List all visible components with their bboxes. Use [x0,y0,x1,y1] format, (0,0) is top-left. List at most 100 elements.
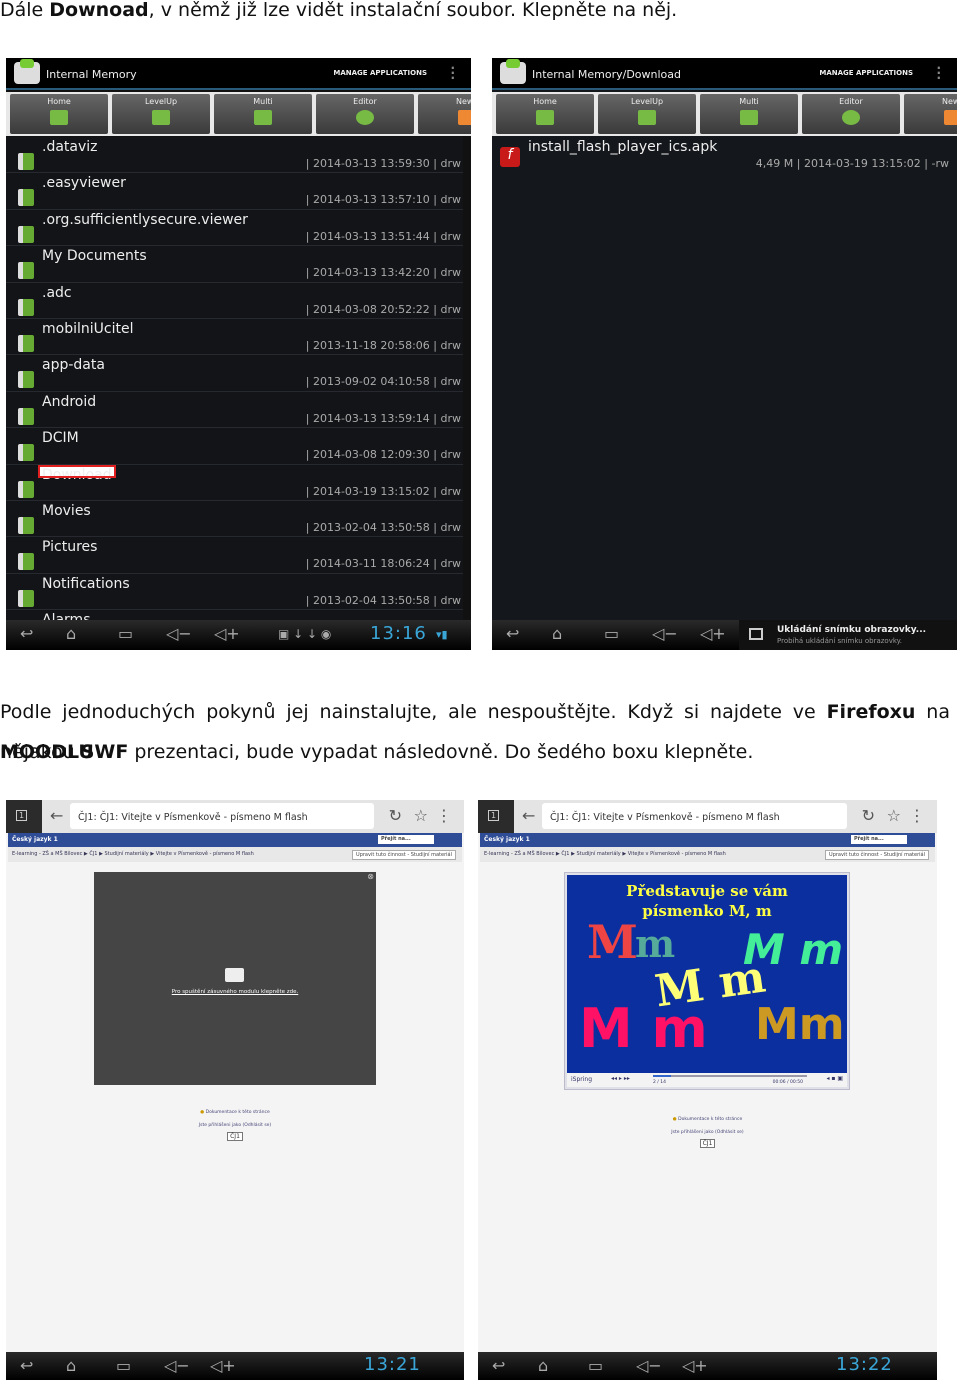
levelup-button[interactable]: LevelUp [598,94,696,134]
list-item[interactable]: Android | 2014-03-13 13:59:14 | drw [6,391,463,429]
recents-icon[interactable]: ▭ [118,624,133,643]
tab-switcher[interactable]: 1 [478,800,514,833]
system-nav-bar: ↩ ⌂ ▭ ◁− ◁+ 13:21 [6,1352,464,1380]
back-arrow-icon[interactable]: ← [522,806,535,825]
volume-up-icon[interactable]: ◁+ [700,624,726,643]
star-icon[interactable]: ☆ [414,806,428,825]
manage-applications-button[interactable]: MANAGE APPLICATIONS [819,69,913,77]
reload-icon[interactable]: ↻ [389,806,402,825]
newfolder-button[interactable]: NewF [904,94,957,134]
course-link[interactable]: ČJ1 [699,1139,716,1148]
volume-down-icon[interactable]: ◁− [636,1356,662,1375]
volume-down-icon[interactable]: ◁− [652,624,678,643]
doc-link[interactable]: ● Dokumentace k této stránce [6,1110,464,1115]
menu-icon[interactable]: ⋮ [436,806,452,825]
volume-down-icon[interactable]: ◁− [164,1356,190,1375]
plugin-activate-link[interactable]: Pro spuštění zásuvného modulu klepněte z… [94,989,376,995]
title: Internal Memory [46,68,137,81]
volume-fullscreen-icons[interactable]: ◂ ▪ ▣ [826,1075,843,1082]
list-item[interactable]: .easyviewer | 2014-03-13 13:57:10 | drw [6,173,463,210]
multi-button[interactable]: Multi [700,94,798,134]
list-item[interactable]: .adc | 2014-03-08 20:52:22 | drw [6,282,463,319]
list-item[interactable]: My Documents | 2014-03-13 13:42:20 | drw [6,246,463,283]
volume-up-icon[interactable]: ◁+ [210,1356,236,1375]
screenshot-notification: Ukládání snímku obrazovky... Probíhá uklá… [739,620,957,650]
home-button[interactable]: Home [10,94,108,134]
back-icon[interactable]: ↩ [20,1356,33,1375]
list-item[interactable]: f install_flash_player_ics.apk 4,49 M | … [492,137,949,174]
toolbar: Home LevelUp Multi Editor NewF [6,92,471,136]
levelup-button[interactable]: LevelUp [112,94,210,134]
newfolder-button[interactable]: NewF [418,94,471,134]
edit-activity-button[interactable]: Upravit tuto činnost - Studijní materiál [352,850,456,860]
folder-icon [18,334,34,352]
manage-applications-button[interactable]: MANAGE APPLICATIONS [333,69,427,77]
star-icon[interactable]: ☆ [887,806,901,825]
editor-button[interactable]: Editor [316,94,414,134]
jump-select[interactable]: Přejít na... [378,835,434,844]
back-arrow-icon[interactable]: ← [50,806,63,825]
volume-up-icon[interactable]: ◁+ [682,1356,708,1375]
list-item[interactable]: Download | 2014-03-19 13:15:02 | drw [6,464,463,501]
menu-icon[interactable]: ⋮ [909,806,925,825]
reload-icon[interactable]: ↻ [862,806,875,825]
folder-meta: | 2014-03-08 12:09:30 | drw [305,448,461,462]
list-item[interactable]: Notifications | 2013-02-04 13:50:58 | drw [6,573,463,611]
recents-icon[interactable]: ▭ [604,624,619,643]
breadcrumb: E-learning - ZŠ a MŠ Bílovec ▶ ČJ1 ▶ Stu… [8,847,462,862]
prev-play-next-buttons[interactable]: ◂◂ ▸ ▸▸ [611,1075,630,1082]
login-info: Jste přihlášeni jako (Odhlásit se) [671,1130,744,1135]
list-item[interactable]: .org.sufficientlysecure.viewer | 2014-03-… [6,209,463,247]
address-bar[interactable]: ČJ1: ČJ1: Vitejte v Písmenkově - písmeno… [70,803,374,829]
recents-icon[interactable]: ▭ [588,1356,603,1375]
list-item[interactable]: Movies | 2013-02-04 13:50:58 | drw [6,500,463,538]
list-item[interactable]: Pictures | 2014-03-11 18:06:24 | drw [6,537,463,574]
folder-name: app-data [42,357,105,374]
flash-plugin-box[interactable]: Pro spuštění zásuvného modulu klepněte z… [94,872,376,1085]
jump-select[interactable]: Přejít na... [851,835,907,844]
address-bar[interactable]: ČJ1: ČJ1: Vitejte v Písmenkově - písmeno… [542,803,847,829]
system-nav-bar: ↩ ⌂ ▭ ◁− ◁+ ▣ ↓ ↓ ◉ 13:16 ▾▮ [6,620,471,650]
multi-button[interactable]: Multi [214,94,312,134]
folder-meta: | 2014-03-11 18:06:24 | drw [305,557,461,571]
recents-icon[interactable]: ▭ [116,1356,131,1375]
volume-up-icon[interactable]: ◁+ [214,624,240,643]
flash-file-icon: f [500,147,520,167]
slide: Představuje se vám písmenko M, m Mm M m … [567,875,847,1075]
folder-icon [18,553,34,571]
close-icon[interactable]: ⊗ [367,872,374,881]
list-item[interactable]: .dataviz | 2014-03-13 13:59:30 | drw [6,137,463,174]
list-item[interactable]: app-data | 2013-09-02 04:10:58 | drw [6,355,463,392]
flash-presentation[interactable]: Představuje se vám písmenko M, m Mm M m … [564,872,850,1090]
list-item[interactable]: mobilniUcitel | 2013-11-18 20:58:06 | drw [6,318,463,356]
list-item[interactable]: DCIM | 2014-03-08 12:09:30 | drw [6,428,463,465]
seek-slider[interactable] [653,1075,807,1077]
home-nav-icon[interactable]: ⌂ [538,1356,548,1375]
folder-meta: | 2013-02-04 13:50:58 | drw [305,593,461,607]
home-nav-icon[interactable]: ⌂ [66,624,76,643]
clock: 13:22 [836,1354,893,1375]
folder-icon [18,225,34,243]
editor-button[interactable]: Editor [802,94,900,134]
folder-icon [18,407,34,425]
folder-meta: | 2013-11-18 20:58:06 | drw [305,338,461,352]
back-icon[interactable]: ↩ [492,1356,505,1375]
edit-activity-button[interactable]: Upravit tuto činnost - Studijní materiál [825,850,929,860]
home-nav-icon[interactable]: ⌂ [66,1356,76,1375]
folder-name: mobilniUcitel [42,320,134,337]
time-readout: 00:06 / 00:50 [772,1080,803,1085]
doc-link[interactable]: ● Dokumentace k této stránce [478,1117,937,1122]
back-icon[interactable]: ↩ [506,624,519,643]
volume-down-icon[interactable]: ◁− [166,624,192,643]
home-nav-icon[interactable]: ⌂ [552,624,562,643]
overflow-menu-icon[interactable]: · · · [936,62,941,84]
folder-name: Movies [42,502,91,519]
tab-switcher[interactable]: 1 [6,800,42,833]
plus-icon [944,110,957,125]
home-button[interactable]: Home [496,94,594,134]
course-link[interactable]: ČJ1 [227,1132,243,1141]
folder-meta: | 2014-03-08 20:52:22 | drw [305,302,461,316]
folder-meta: | 2014-03-13 13:57:10 | drw [305,193,461,207]
overflow-menu-icon[interactable]: · · · [450,62,455,84]
back-icon[interactable]: ↩ [20,624,33,643]
